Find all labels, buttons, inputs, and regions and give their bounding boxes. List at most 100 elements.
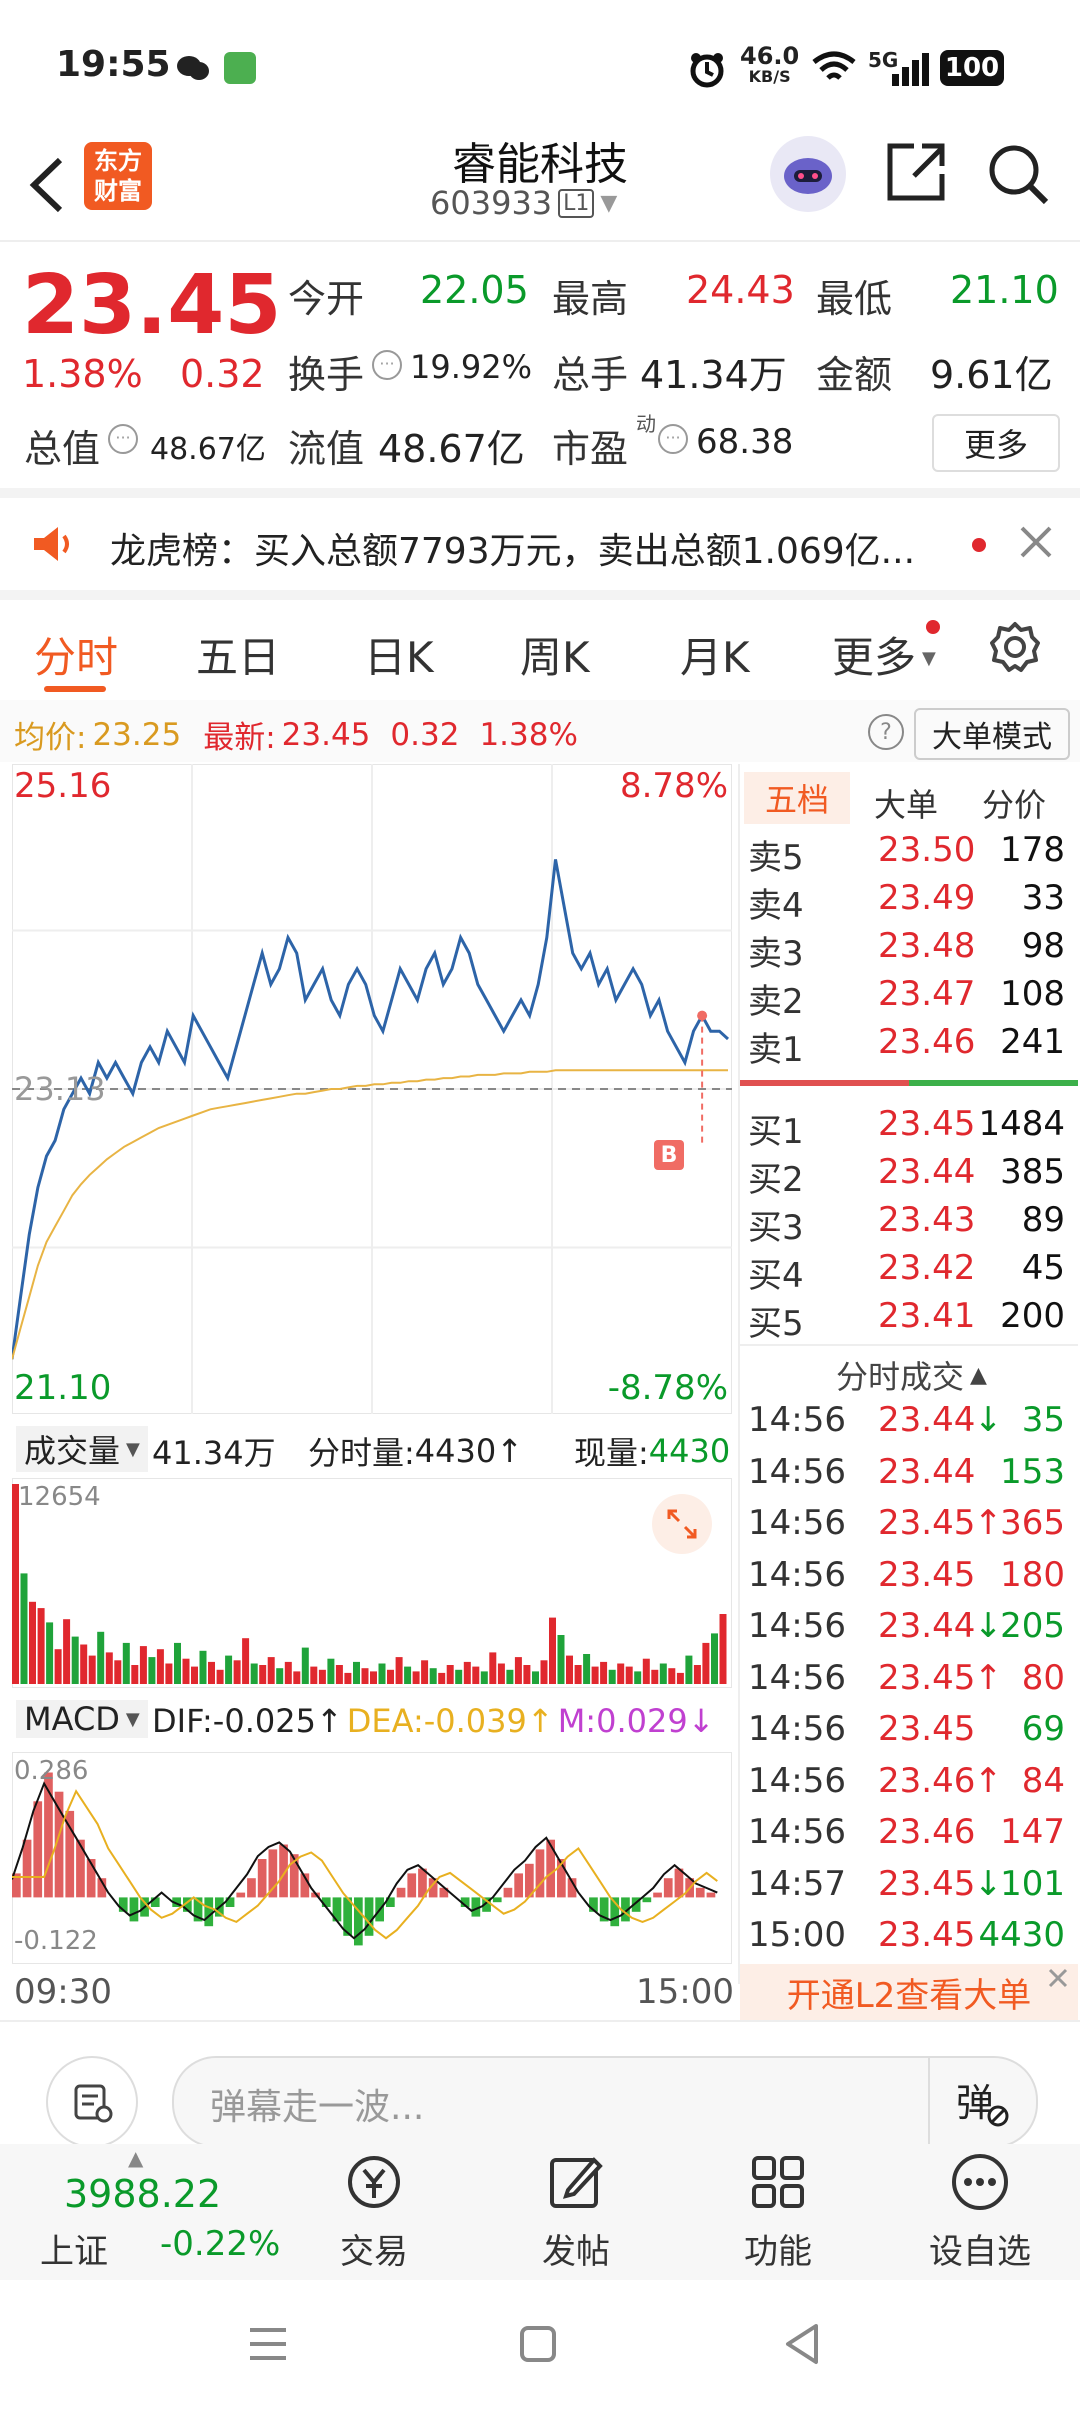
comment-settings-button[interactable] [46, 2056, 138, 2148]
tick-row[interactable]: 15:00 23.45 4430 [740, 1915, 1073, 1965]
tick-row-label: 14:56 [748, 1812, 846, 1852]
macd-histogram-bar [653, 1892, 662, 1898]
volume-bar [497, 1663, 505, 1684]
close-icon[interactable] [1016, 522, 1056, 566]
tick-row[interactable]: 14:56 23.44 ↓ 35 [740, 1400, 1073, 1450]
close-icon[interactable] [1044, 1964, 1072, 1996]
tick-title[interactable]: 分时成交 ▲ [836, 1352, 987, 1398]
tick-row-label: 14:56 [748, 1503, 846, 1543]
volume-bar [446, 1665, 454, 1684]
down-arrow-icon: ↓ [974, 1863, 1003, 1904]
price-axis-top: 25.16 [14, 766, 112, 806]
bid-row[interactable]: 买5 23.41 200 [740, 1296, 1073, 1344]
tab-more[interactable]: 更多 [832, 624, 916, 685]
latest-label: 最新: [203, 720, 276, 756]
index-ticker[interactable]: 3988.22 上证 -0.22% [40, 2168, 280, 2278]
back-button[interactable] [20, 150, 80, 220]
ask-row[interactable]: 卖2 23.47 108 [740, 974, 1073, 1022]
volume-bar [225, 1655, 233, 1684]
info-icon[interactable]: ··· [108, 424, 138, 454]
tab-five-levels[interactable]: 五档 [744, 772, 850, 824]
nav-add-watchlist-label: 设自选 [929, 2232, 1031, 2272]
volume-bar [693, 1665, 701, 1684]
bid-row[interactable]: 买3 23.43 89 [740, 1200, 1073, 1248]
tick-row[interactable]: 14:56 23.45 180 [740, 1555, 1073, 1605]
volume-bar [105, 1652, 113, 1684]
back-nav-icon[interactable] [782, 2322, 822, 2370]
up-arrow-icon: ↑ [526, 1702, 554, 1740]
tab-price-dist[interactable]: 分价 [982, 780, 1046, 826]
tab-weekly-k[interactable]: 周K [520, 624, 590, 685]
tab-intraday[interactable]: 分时 [34, 624, 118, 685]
menu-icon[interactable] [246, 2324, 290, 2368]
nav-add-watchlist[interactable]: 设自选 [910, 2150, 1050, 2272]
bid-row[interactable]: 买2 23.44 385 [740, 1152, 1073, 1200]
nav-post[interactable]: 发帖 [506, 2150, 646, 2272]
search-icon[interactable] [986, 142, 1050, 210]
tick-row-label: 14:56 [748, 1657, 846, 1698]
volume-bar [156, 1649, 164, 1684]
price-chart[interactable]: 25.16 8.78% 23.13 21.10 -8.78% B [10, 763, 733, 1415]
macd-histogram-bar [76, 1839, 85, 1898]
tick-row[interactable]: 14:56 23.45 ↑ 80 [740, 1658, 1073, 1708]
ask-row[interactable]: 卖5 23.50 178 [740, 830, 1073, 878]
volume-bar [335, 1665, 343, 1684]
turnover-value: 19.92% [410, 348, 533, 386]
macd-chart[interactable]: 0.286 -0.122 [11, 1751, 733, 1965]
header: 东方 财富 睿能科技 603933 L1 ▼ [0, 136, 1080, 240]
volume-bar [480, 1671, 488, 1684]
robot-assistant-icon[interactable] [770, 136, 846, 212]
volume-bar [659, 1663, 667, 1684]
home-icon[interactable] [518, 2324, 558, 2368]
tick-row[interactable]: 14:56 23.46 147 [740, 1812, 1073, 1862]
big-order-mode-button[interactable]: 大单模式 [914, 708, 1070, 760]
tab-daily-k[interactable]: 日K [364, 624, 434, 685]
more-button[interactable]: 更多 [932, 414, 1060, 472]
l2-upgrade-banner[interactable]: 开通L2查看大单 [740, 1964, 1078, 2020]
tab-big-orders[interactable]: 大单 [874, 780, 938, 826]
volume-bar [574, 1665, 582, 1684]
help-icon[interactable]: ? [868, 714, 904, 750]
tick-row[interactable]: 14:56 23.44 153 [740, 1452, 1073, 1502]
level-badge: L1 [558, 188, 595, 218]
danmaku-toggle-icon[interactable]: 弹 [954, 2076, 1010, 2132]
turnover-label: 换手 [288, 353, 365, 397]
volume-chart[interactable]: 12654 [11, 1477, 733, 1689]
danmaku-input[interactable]: 弹幕走一波... 弹 [172, 2056, 1038, 2148]
tick-row[interactable]: 14:56 23.46 ↑ 84 [740, 1761, 1073, 1811]
notice-banner[interactable]: 龙虎榜：买入总额7793万元，卖出总额1.069亿... [0, 498, 1080, 590]
stock-name: 睿能科技 [452, 139, 628, 190]
tick-row[interactable]: 14:57 23.45 ↓ 101 [740, 1864, 1073, 1914]
bid-row-volume: 385 [1000, 1152, 1065, 1192]
bid-row-price: 23.41 [878, 1296, 976, 1336]
macd-selector[interactable]: MACD ▼ [16, 1700, 148, 1738]
ask-row[interactable]: 卖4 23.49 33 [740, 878, 1073, 926]
bid-row[interactable]: 买4 23.42 45 [740, 1248, 1073, 1296]
volume-bar [404, 1666, 412, 1684]
ask-row[interactable]: 卖1 23.46 241 [740, 1022, 1073, 1070]
volume-bar [233, 1660, 241, 1684]
gear-icon[interactable] [988, 620, 1042, 678]
nav-trade[interactable]: 交易 [304, 2150, 444, 2272]
info-icon[interactable]: ··· [658, 424, 688, 454]
alarm-icon [688, 50, 726, 92]
stock-code-row[interactable]: 603933 L1 ▼ [430, 184, 617, 222]
bid-row[interactable]: 买1 23.45 1484 [740, 1104, 1073, 1152]
tick-row[interactable]: 14:56 23.44 ↓ 205 [740, 1606, 1073, 1656]
ask-row[interactable]: 卖3 23.48 98 [740, 926, 1073, 974]
float-value: 48.67亿 [378, 427, 525, 471]
info-icon[interactable]: ··· [372, 350, 402, 380]
tick-row[interactable]: 14:56 23.45 ↑ 365 [740, 1503, 1073, 1553]
share-icon[interactable] [884, 140, 948, 208]
expand-icon[interactable] [652, 1494, 712, 1554]
nav-functions[interactable]: 功能 [708, 2150, 848, 2272]
volume-bar [267, 1657, 275, 1684]
ask-row-price: 23.48 [878, 926, 976, 966]
tick-row[interactable]: 14:56 23.45 69 [740, 1709, 1073, 1759]
buy-marker[interactable]: B [654, 1140, 684, 1170]
tab-monthly-k[interactable]: 月K [680, 624, 750, 685]
volume-selector[interactable]: 成交量 ▼ [16, 1426, 148, 1472]
macd-histogram-bar [514, 1873, 523, 1898]
tick-row-label: 14:56 [748, 1760, 846, 1801]
tab-five-day[interactable]: 五日 [196, 624, 280, 685]
